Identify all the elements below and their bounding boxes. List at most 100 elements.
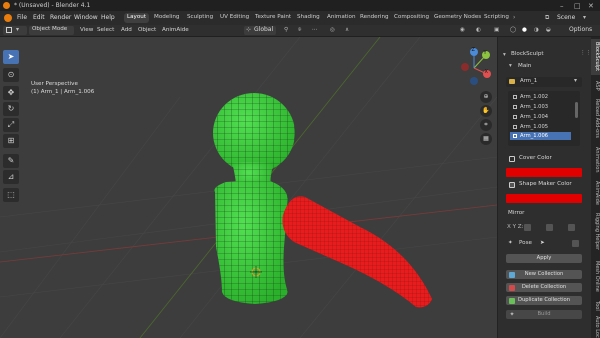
mode-selector[interactable]: Object Mode	[29, 26, 74, 35]
tab-geometry-nodes[interactable]: Geometry Nodes	[431, 13, 484, 23]
options-dropdown[interactable]: Options	[566, 26, 596, 35]
blender-menu-icon[interactable]	[4, 14, 12, 22]
duplicate-collection-button[interactable]: Duplicate Collection	[506, 296, 582, 305]
tab-rigging-helper[interactable]: Rigging Helper	[591, 211, 600, 253]
shading-rendered-icon[interactable]: ◒	[546, 27, 551, 33]
editor-type-selector[interactable]: ▾	[3, 26, 27, 35]
shading-wireframe-icon[interactable]: ◯	[510, 27, 516, 33]
tab-texture-paint[interactable]: Texture Paint	[252, 13, 294, 23]
falloff-icon[interactable]: ∧	[345, 27, 349, 33]
xray-icon[interactable]: ▣	[494, 27, 499, 33]
menu-render[interactable]: Render	[50, 14, 71, 21]
menu-help[interactable]: Help	[101, 14, 115, 21]
header-animaide[interactable]: AnimAide	[162, 27, 189, 33]
gizmo-y-icon[interactable]: Y	[482, 50, 490, 59]
select-tool-icon[interactable]: ➤	[3, 50, 19, 64]
annotate-tool-icon[interactable]: ✎	[3, 154, 19, 168]
tab-auto-locate[interactable]: Auto Locate	[591, 316, 600, 338]
transform-tool-icon[interactable]: ⊞	[3, 134, 19, 148]
scene-icon[interactable]: ⧉	[545, 14, 549, 22]
main-collapse-icon[interactable]: ▾	[509, 63, 512, 69]
tab-blocksculpt[interactable]: BlockSculpt	[591, 39, 600, 75]
gizmo-z-icon[interactable]: Z	[470, 47, 478, 56]
scene-browse-icon[interactable]: ▾	[583, 14, 586, 21]
overlay-icon[interactable]: ◐	[476, 27, 481, 33]
tab-animation[interactable]: Animation	[591, 145, 600, 175]
tab-scripting[interactable]: Scripting	[481, 13, 512, 23]
panel-collapse-icon[interactable]: ▾	[503, 52, 506, 58]
list-scrollbar[interactable]	[575, 102, 578, 118]
rotate-tool-icon[interactable]: ↻	[3, 102, 19, 116]
snap-target-icon[interactable]: ⋯	[312, 27, 318, 33]
tab-mesh-online[interactable]: Mesh Online	[591, 257, 600, 295]
measure-tool-icon[interactable]: ⊿	[3, 170, 19, 184]
red-arm-mesh[interactable]	[282, 196, 432, 308]
tab-uv-editing[interactable]: UV Editing	[217, 13, 252, 23]
list-item[interactable]: Arm_1.003	[510, 103, 571, 111]
scale-tool-icon[interactable]: ⤢	[3, 118, 19, 132]
tab-layout[interactable]: Layout	[124, 13, 150, 23]
header-select[interactable]: Select	[97, 27, 114, 33]
tab-shading[interactable]: Shading	[294, 13, 323, 23]
cursor-tool-icon[interactable]: ⊙	[3, 68, 19, 82]
proportional-edit-icon[interactable]: ◎	[330, 27, 335, 33]
gizmo-x-icon[interactable]: X	[483, 69, 491, 78]
collection-selector[interactable]: Arm_1 ▾	[506, 77, 582, 87]
header-object[interactable]: Object	[138, 27, 156, 33]
new-collection-button[interactable]: New Collection	[506, 270, 582, 279]
mirror-z-checkbox[interactable]	[568, 224, 575, 231]
cover-color-swatch[interactable]	[506, 168, 582, 177]
camera-icon[interactable]: ⌗	[480, 119, 492, 131]
minimize-icon[interactable]: –	[560, 2, 564, 10]
scene-label[interactable]: Scene	[557, 14, 575, 21]
tab-compositing[interactable]: Compositing	[391, 13, 432, 23]
build-button[interactable]: ✦ Build	[506, 310, 582, 319]
visibility-icon[interactable]: ◉	[460, 27, 465, 33]
list-item-label: Arm_1.006	[520, 133, 549, 139]
menu-file[interactable]: File	[17, 14, 27, 21]
tab-asp[interactable]: ASP	[591, 79, 600, 93]
close-icon[interactable]: ✕	[588, 2, 594, 10]
list-item[interactable]: Arm_1.002	[510, 93, 571, 101]
gizmo-neg-z-icon[interactable]	[470, 77, 478, 85]
header-add[interactable]: Add	[121, 27, 132, 33]
panel-drag-handle-icon[interactable]: ⋮⋮	[580, 50, 591, 56]
list-item[interactable]: Arm_1.004	[510, 113, 571, 121]
snap-icon[interactable]: ⌾	[298, 27, 301, 34]
mirror-y-checkbox[interactable]	[546, 224, 553, 231]
tab-animation[interactable]: Animation	[324, 13, 359, 23]
shape-maker-color-swatch[interactable]	[506, 194, 582, 203]
gizmo-y-label: Y	[483, 50, 487, 56]
shading-solid-icon[interactable]: ●	[522, 27, 527, 33]
pivot-icon[interactable]: ⚲	[284, 27, 288, 33]
list-item[interactable]: Arm_1.005	[510, 123, 571, 131]
tab-reload-addons[interactable]: Reload Add-ons	[591, 97, 600, 141]
transform-orientation-selector[interactable]: ⊹ Global	[244, 26, 276, 35]
pose-checkbox[interactable]	[572, 240, 579, 247]
delete-collection-button[interactable]: Delete Collection	[506, 283, 582, 292]
pan-hand-icon[interactable]: ✋	[480, 105, 492, 117]
perspective-grid-icon[interactable]: ▦	[480, 133, 492, 145]
tab-rendering[interactable]: Rendering	[357, 13, 392, 23]
zoom-icon[interactable]: ⊕	[480, 91, 492, 103]
tab-tool[interactable]: Tool	[591, 299, 600, 313]
add-cube-tool-icon[interactable]: ⬚	[3, 188, 19, 202]
header-view[interactable]: View	[80, 27, 93, 33]
shading-material-icon[interactable]: ◑	[534, 27, 539, 33]
maximize-icon[interactable]: □	[574, 2, 581, 10]
navigation-gizmo[interactable]: Y Z X	[456, 47, 492, 86]
tab-animaide[interactable]: AnimAide	[591, 179, 600, 207]
object-icon	[513, 105, 517, 109]
tab-modeling[interactable]: Modeling	[151, 13, 182, 23]
move-tool-icon[interactable]: ✥	[3, 86, 19, 100]
3d-viewport[interactable]: User Perspective (1) Arm_1 | Arm_1.006 Y…	[0, 37, 497, 338]
green-body-mesh[interactable]	[213, 93, 295, 304]
gizmo-neg-x-icon[interactable]	[461, 63, 469, 71]
tab-sculpting[interactable]: Sculpting	[184, 13, 216, 23]
menu-window[interactable]: Window	[74, 14, 98, 21]
apply-button[interactable]: Apply	[506, 254, 582, 263]
workspace-scroll-icon[interactable]: ›	[513, 14, 515, 21]
mirror-x-checkbox[interactable]	[524, 224, 531, 231]
menu-edit[interactable]: Edit	[33, 14, 45, 21]
list-item-selected[interactable]: Arm_1.006	[510, 132, 571, 140]
